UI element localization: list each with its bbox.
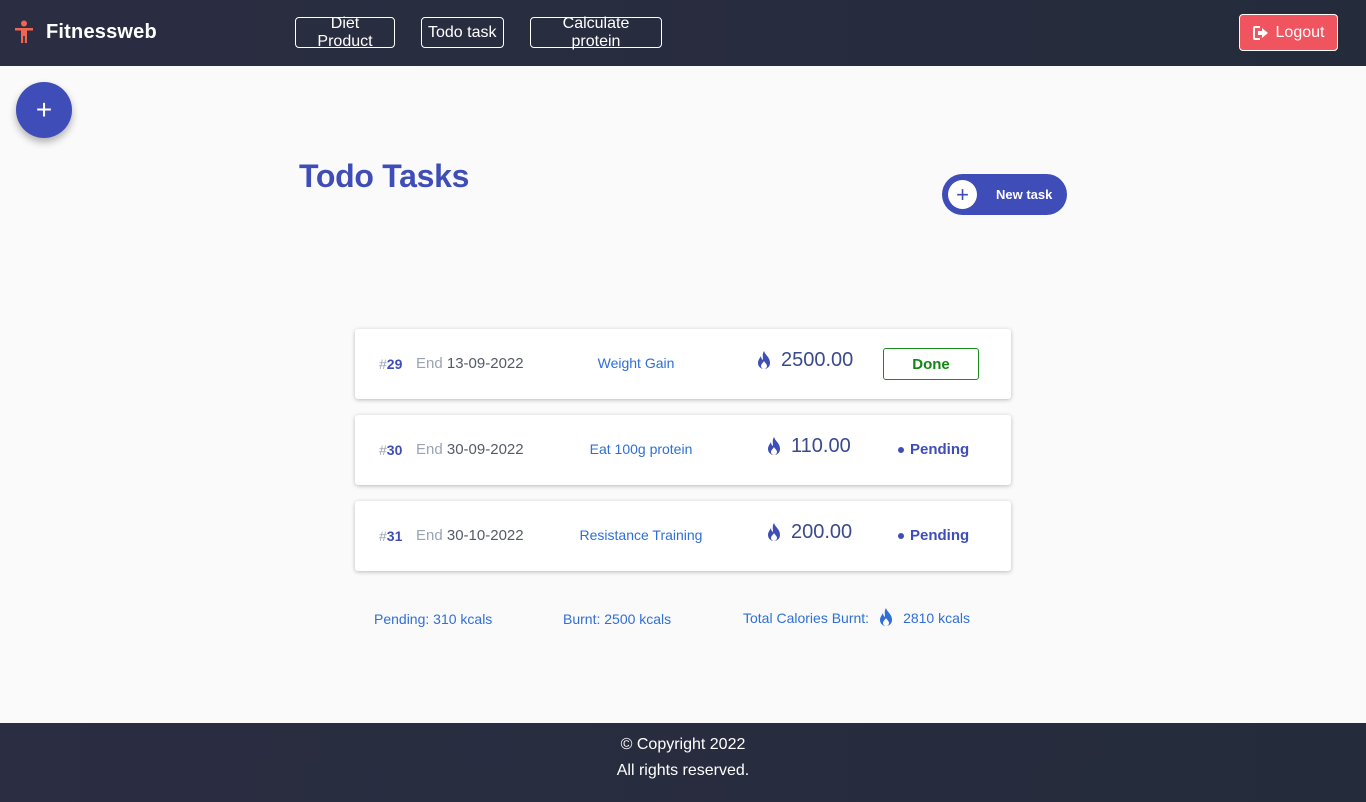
new-task-button[interactable]: + New task [942,174,1067,215]
task-id: #30 [379,442,403,458]
logout-icon [1252,25,1268,40]
task-calories: 2500.00 [755,349,853,372]
footer: © Copyright 2022 All rights reserved. [0,723,1366,802]
logout-label: Logout [1275,23,1325,41]
task-end-date: End 30-09-2022 [416,441,524,458]
plus-icon: + [35,94,53,125]
status-badge[interactable]: Pending [898,441,969,458]
nav-calculate-protein[interactable]: Calculate protein [530,15,662,50]
summary-burnt: Burnt: 2500 kcals [563,611,672,627]
new-task-label: New task [996,187,1053,202]
status-dot-icon [898,532,904,539]
footer-copyright: © Copyright 2022 [620,736,746,753]
brand[interactable]: Fitnessweb [14,20,157,44]
task-card[interactable]: #31 End 30-10-2022 Resistance Training 2… [355,501,1011,571]
logout-button[interactable]: Logout [1239,14,1338,51]
task-card[interactable]: #30 End 30-09-2022 Eat 100g protein 110.… [355,415,1011,485]
task-name[interactable]: Weight Gain [536,355,736,371]
page-title: Todo Tasks [299,158,470,194]
floating-add-button[interactable]: + [16,82,72,138]
task-name[interactable]: Eat 100g protein [541,441,741,457]
top-navbar: Fitnessweb Diet Product Todo task Calcul… [0,0,1366,66]
flame-icon [768,522,780,541]
task-calories: 200.00 [765,521,852,544]
nav-todo-task[interactable]: Todo task [421,17,504,48]
brand-name: Fitnessweb [46,20,157,43]
summary-total-label: Total Calories Burnt: [743,610,870,626]
task-end-date: End 13-09-2022 [416,355,524,372]
summary-total-value: 2810 kcals [903,610,970,626]
flame-icon [768,436,780,455]
status-dot-icon [898,446,904,453]
plus-icon: + [948,180,977,209]
nav-diet-product[interactable]: Diet Product [295,15,395,50]
task-id: #31 [379,528,403,544]
summary-pending: Pending: 310 kcals [374,611,493,627]
task-id: #29 [379,356,403,372]
summary-total: Total Calories Burnt: 2810 kcals [743,608,970,628]
flame-icon [758,350,770,369]
task-end-date: End 30-10-2022 [416,527,524,544]
person-icon [15,20,33,43]
status-badge[interactable]: Pending [898,527,969,544]
status-badge[interactable]: Done [883,348,979,380]
task-card[interactable]: #29 End 13-09-2022 Weight Gain 2500.00 D… [355,329,1011,399]
footer-rights: All rights reserved. [616,762,750,779]
task-name[interactable]: Resistance Training [541,527,741,543]
flame-icon [880,608,893,626]
task-calories: 110.00 [765,435,851,458]
